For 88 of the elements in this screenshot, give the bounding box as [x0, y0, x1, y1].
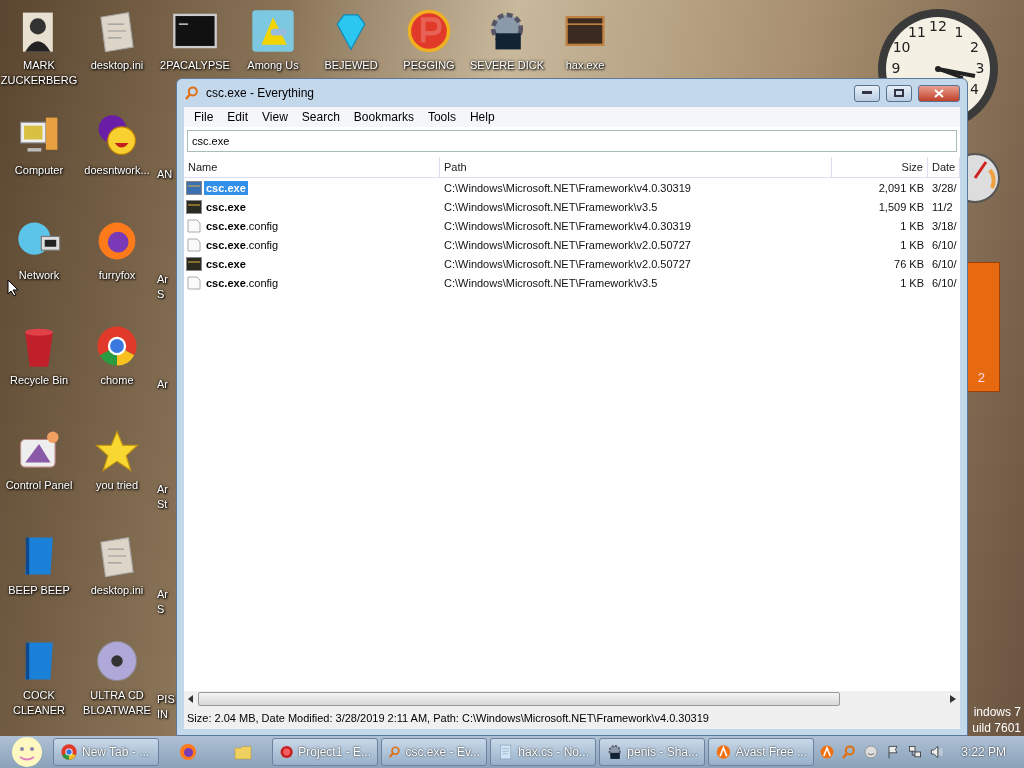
scroll-left-icon[interactable] — [188, 695, 194, 703]
letter-a-icon[interactable] — [819, 744, 836, 760]
file-date: 3/28/ — [931, 181, 958, 194]
file-path: C:\Windows\Microsoft.NET\Framework\v4.0.30319 — [443, 181, 692, 194]
scroll-right-icon[interactable] — [950, 695, 956, 703]
os-build-text: indows 7 — [973, 704, 1021, 720]
file-size: 1,509 KB — [877, 200, 925, 213]
desktop-icon-label[interactable]: Among Us — [234, 58, 312, 73]
desktop-icon-label[interactable]: Ar S — [157, 272, 168, 302]
letter-a-icon — [715, 743, 732, 761]
program-icon — [186, 180, 202, 195]
desktop-icon-label[interactable]: doesntwork... — [78, 163, 156, 178]
menu-item[interactable]: Edit — [221, 110, 257, 124]
desktop-icon-label[interactable]: chome — [78, 373, 156, 388]
desktop-icon-label[interactable]: furryfox — [78, 268, 156, 283]
gear-icon — [606, 743, 624, 761]
desktop-icon-label[interactable]: AN — [157, 167, 173, 182]
desktop-icon-label[interactable]: 2PACALYPSE — [156, 58, 234, 73]
file-date: 6/10/ — [931, 238, 958, 251]
file-size: 1 KB — [899, 276, 925, 289]
desktop-icon-label[interactable]: Control Panel — [0, 478, 78, 493]
desktop-icon-label[interactable]: desktop.ini — [78, 58, 156, 73]
notepad-icon — [497, 743, 515, 761]
file-path: C:\Windows\Microsoft.NET\Framework\v2.0.50727 — [443, 257, 692, 270]
desktop-icon-label[interactable]: BEJEWED — [312, 58, 390, 73]
desktop-icon-label[interactable]: you tried — [78, 478, 156, 493]
desktop-icon-label[interactable]: ULTRA CD BLOATWARE — [78, 688, 156, 718]
star-icon[interactable] — [94, 428, 140, 474]
file-name[interactable]: csc.exe — [204, 199, 248, 214]
file-size: 1 KB — [899, 219, 925, 232]
program-icon — [186, 256, 202, 271]
file-size: 76 KB — [893, 257, 925, 270]
desktop-icon-label[interactable]: Ar St — [157, 482, 168, 512]
file-date: 3/18/ — [931, 219, 958, 232]
search-field[interactable]: csc.exe — [187, 130, 957, 152]
menu-item[interactable]: Help — [463, 110, 503, 124]
minimize-icon — [862, 91, 872, 95]
menu-item[interactable]: View — [256, 110, 296, 124]
file-path: C:\Windows\Microsoft.NET\Framework\v4.0.30319 — [443, 219, 692, 232]
maximize-icon — [894, 89, 904, 97]
desktop-icon-label[interactable]: Recycle Bin — [0, 373, 78, 388]
column-header[interactable]: Size — [832, 157, 928, 177]
status-bar: Size: 2.04 MB, Date Modified: 3/28/2019 2:11 AM, Path: C:\Windows\Microsoft.NET\Framework\v4.0.30319 — [184, 707, 960, 729]
file-path: C:\Windows\Microsoft.NET\Framework\v2.0.50727 — [443, 238, 692, 251]
file-name[interactable]: csc.exe — [204, 256, 248, 271]
column-header[interactable]: Date — [928, 157, 960, 177]
desktop-icon-label[interactable]: Network — [0, 268, 78, 283]
menu-item[interactable]: Bookmarks — [347, 110, 422, 124]
file-path: C:\Windows\Microsoft.NET\Framework\v3.5 — [443, 200, 659, 213]
desktop-icon-label[interactable]: Ar — [157, 377, 168, 392]
file-name[interactable]: csc.exe.config — [204, 275, 281, 290]
file-date: 11/2 — [931, 200, 954, 213]
desktop-icon-label[interactable]: BEEP BEEP — [0, 583, 78, 598]
file-name[interactable]: csc.exe.config — [204, 237, 281, 252]
desktop-icon-label[interactable]: COCK CLEANER — [0, 688, 78, 718]
browser-circle-icon — [60, 743, 78, 761]
desktop-icon-label[interactable]: desktop.ini — [78, 583, 156, 598]
column-header[interactable]: Name — [184, 157, 440, 177]
search-icon — [388, 743, 402, 761]
desktop-icon-label[interactable]: MARK ZUCKERBERG — [0, 58, 78, 88]
column-header[interactable]: Path — [440, 157, 832, 177]
disc-icon[interactable] — [94, 638, 140, 684]
desktop-icon-label[interactable]: Ar S — [157, 587, 168, 617]
close-icon — [934, 88, 944, 98]
file-name[interactable]: csc.exe.config — [204, 218, 281, 233]
os-build-text: uild 7601 — [972, 720, 1021, 736]
close-button[interactable] — [918, 84, 960, 102]
menu-item[interactable]: Search — [295, 110, 348, 124]
search-icon — [184, 85, 200, 101]
minimize-button[interactable] — [854, 84, 880, 102]
maximize-button[interactable] — [886, 84, 912, 102]
program-icon — [186, 199, 202, 214]
mouse-pointer-icon — [7, 279, 19, 297]
browser-fox-icon[interactable] — [178, 742, 198, 762]
file-date: 6/10/ — [931, 257, 958, 270]
desktop-icon-label[interactable]: Computer — [0, 163, 78, 178]
window-title: csc.exe - Everything — [206, 86, 316, 100]
file-name[interactable]: csc.exe — [204, 180, 248, 195]
horizontal-scrollbar[interactable] — [184, 691, 960, 707]
menu-item[interactable]: Tools — [421, 110, 464, 124]
menu-item[interactable]: File — [188, 110, 222, 124]
file-size: 1 KB — [899, 238, 925, 251]
desktop-icon-label[interactable]: PIS IN — [157, 692, 175, 722]
file-date: 6/10/ — [931, 276, 958, 289]
network-icon[interactable] — [907, 744, 924, 760]
file-path: C:\Windows\Microsoft.NET\Framework\v3.5 — [443, 276, 659, 289]
file-size: 2,091 KB — [877, 181, 925, 194]
volume-icon[interactable] — [929, 744, 946, 760]
